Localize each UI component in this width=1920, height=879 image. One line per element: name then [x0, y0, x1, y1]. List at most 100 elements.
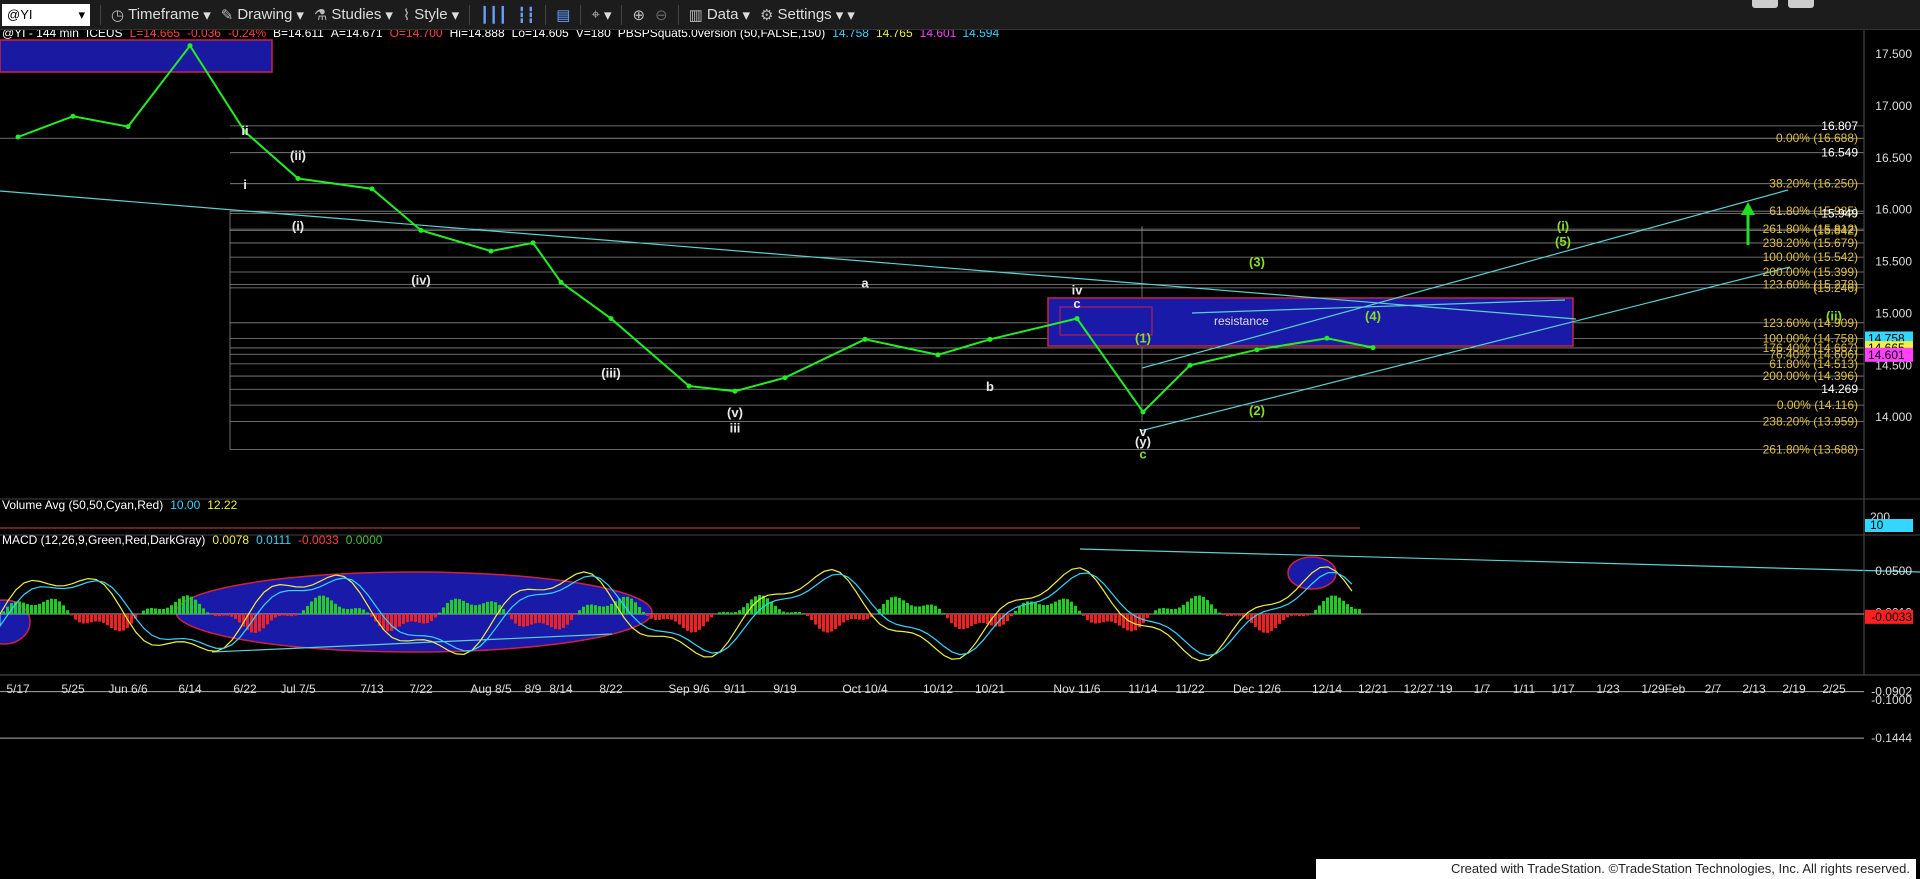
macd-histogram-bar — [1246, 614, 1249, 620]
macd-histogram-bar — [1086, 614, 1089, 620]
macd-histogram-bar — [494, 602, 497, 614]
macd-histogram-bar — [914, 606, 917, 614]
price-tick-label: 16.000 — [1875, 203, 1912, 217]
macd-histogram-bar — [826, 614, 829, 633]
macd-histogram-bar — [874, 613, 877, 614]
header-segment: A=14.671 — [331, 30, 383, 40]
window-layout-button[interactable]: ▤ — [556, 6, 570, 24]
data-menu[interactable]: ▥ Data ▾ — [689, 6, 750, 24]
price-chart[interactable]: resistance iii(ii)(i)(iv)(iii)(v)iiiabci… — [0, 30, 1920, 879]
macd-histogram-bar — [934, 605, 937, 614]
wave-label: (1) — [1135, 330, 1151, 345]
chevron-down-icon: ▾ — [742, 6, 751, 24]
crosshair-icon: ⌖ — [591, 6, 600, 23]
gear-icon: ⚙ — [760, 6, 774, 24]
chevron-down-icon: ▾ — [835, 6, 844, 24]
style-menu[interactable]: ⌇ Style ▾ — [403, 6, 459, 24]
macd-histogram-bar — [1038, 604, 1041, 614]
macd-histogram-bar — [1358, 609, 1361, 614]
macd-histogram-bar — [34, 605, 37, 614]
macd-histogram-bar — [546, 614, 549, 626]
macd-histogram-bar — [1054, 601, 1057, 614]
settings-menu[interactable]: ⚙ Settings ▾ ▾ — [760, 6, 855, 24]
header-segment: @YI - 144 min — [2, 30, 79, 40]
drawing-label: Drawing — [237, 6, 293, 23]
symbol-input[interactable]: @YI ▾ — [2, 3, 90, 26]
maximize-button[interactable] — [1788, 0, 1814, 8]
macd-histogram-bar — [478, 604, 481, 614]
macd-histogram-bar — [98, 614, 101, 622]
macd-histogram-bar — [670, 614, 673, 620]
macd-histogram-bar — [346, 609, 349, 614]
macd-histogram-bar — [86, 614, 89, 624]
macd-histogram-bar — [1142, 614, 1145, 624]
time-tick-label: 6/22 — [233, 682, 257, 696]
time-tick-label: 5/25 — [61, 682, 85, 696]
macd-histogram-bar — [462, 600, 465, 614]
price-point — [987, 336, 993, 342]
macd-histogram-bar — [210, 614, 213, 615]
macd-histogram-bar — [1078, 610, 1081, 614]
macd-histogram-bar — [902, 600, 905, 614]
drawing-menu[interactable]: ✎ Drawing ▾ — [221, 6, 304, 24]
macd-histogram-bar — [1266, 614, 1269, 633]
macd-histogram-bar — [394, 614, 397, 630]
macd-histogram-bar — [606, 605, 609, 614]
macd-histogram-bar — [350, 608, 353, 614]
crosshair-button[interactable]: ⌖ ▾ — [591, 6, 611, 24]
macd-histogram-bar — [482, 603, 485, 614]
macd-histogram-bar — [302, 610, 305, 614]
macd-histogram-bar — [430, 614, 433, 622]
macd-histogram-bar — [694, 614, 697, 633]
settings-label: Settings — [777, 6, 832, 23]
macd-histogram-bar — [710, 614, 713, 618]
macd-histogram-bar — [1170, 609, 1173, 614]
wave-label: (iv) — [411, 272, 431, 287]
macd-histogram-bar — [146, 608, 149, 614]
macd-histogram-bar — [270, 614, 273, 621]
macd-histogram-bar — [1010, 614, 1013, 617]
macd-histogram-bar — [754, 596, 757, 614]
header-segment: ICEUS — [86, 30, 123, 40]
macd-histogram-bar — [266, 614, 269, 625]
macd-histogram-bar — [22, 602, 25, 614]
toolbar: @YI ▾ ◷ Timeframe ▾ ✎ Drawing ▾ ⚗ Studies ▾ ⌇ S… — [0, 0, 1920, 30]
macd-histogram-bar — [922, 605, 925, 614]
chevron-down-icon: ▾ — [78, 6, 85, 22]
macd-histogram-bar — [1258, 614, 1261, 631]
studies-menu[interactable]: ⚗ Studies ▾ — [314, 6, 393, 24]
minimize-button[interactable] — [1752, 0, 1778, 8]
zoom-out-button[interactable]: ⊖ — [655, 6, 668, 24]
macd-histogram-bar — [1082, 614, 1085, 616]
time-tick-label: Aug 8/5 — [470, 682, 512, 696]
price-header: @YI - 144 min ICEUS L=14.665 -0.036 -0.24% B=… — [2, 30, 999, 40]
timeframe-menu[interactable]: ◷ Timeframe ▾ — [111, 6, 211, 24]
multi-bars-button[interactable]: ┇┇ — [517, 6, 535, 24]
macd-histogram-bar — [1314, 609, 1317, 614]
macd-histogram-bar — [586, 604, 589, 614]
macd-histogram-bar — [1166, 608, 1169, 614]
macd-histogram-bar — [18, 601, 21, 614]
macd-histogram-bar — [1302, 614, 1305, 617]
macd-histogram-bar — [938, 608, 941, 614]
macd-histogram-bar — [190, 596, 193, 614]
wave-label: (3) — [1249, 255, 1265, 270]
macd-histogram-bar — [1058, 599, 1061, 614]
macd-histogram-bar — [238, 614, 241, 623]
header-segment: 14.765 — [876, 30, 913, 40]
bar-chart-button[interactable]: ┃┃┃ — [480, 6, 507, 24]
toolbar-divider — [621, 4, 623, 25]
macd-histogram-bar — [334, 603, 337, 614]
header-segment: 12.22 — [207, 498, 237, 512]
macd-histogram-bar — [574, 614, 577, 615]
macd-histogram-bar — [186, 595, 189, 614]
header-segment: 0.0078 — [212, 533, 249, 547]
time-tick-label: Dec 12/6 — [1233, 682, 1281, 696]
wave-label: a — [861, 275, 869, 290]
macd-histogram-bar — [174, 601, 177, 614]
zoom-in-button[interactable]: ⊕ — [632, 6, 645, 24]
macd-histogram-bar — [778, 609, 781, 614]
macd-histogram-bar — [1310, 613, 1313, 614]
macd-histogram-bar — [258, 614, 261, 632]
macd-histogram-bar — [326, 597, 329, 614]
